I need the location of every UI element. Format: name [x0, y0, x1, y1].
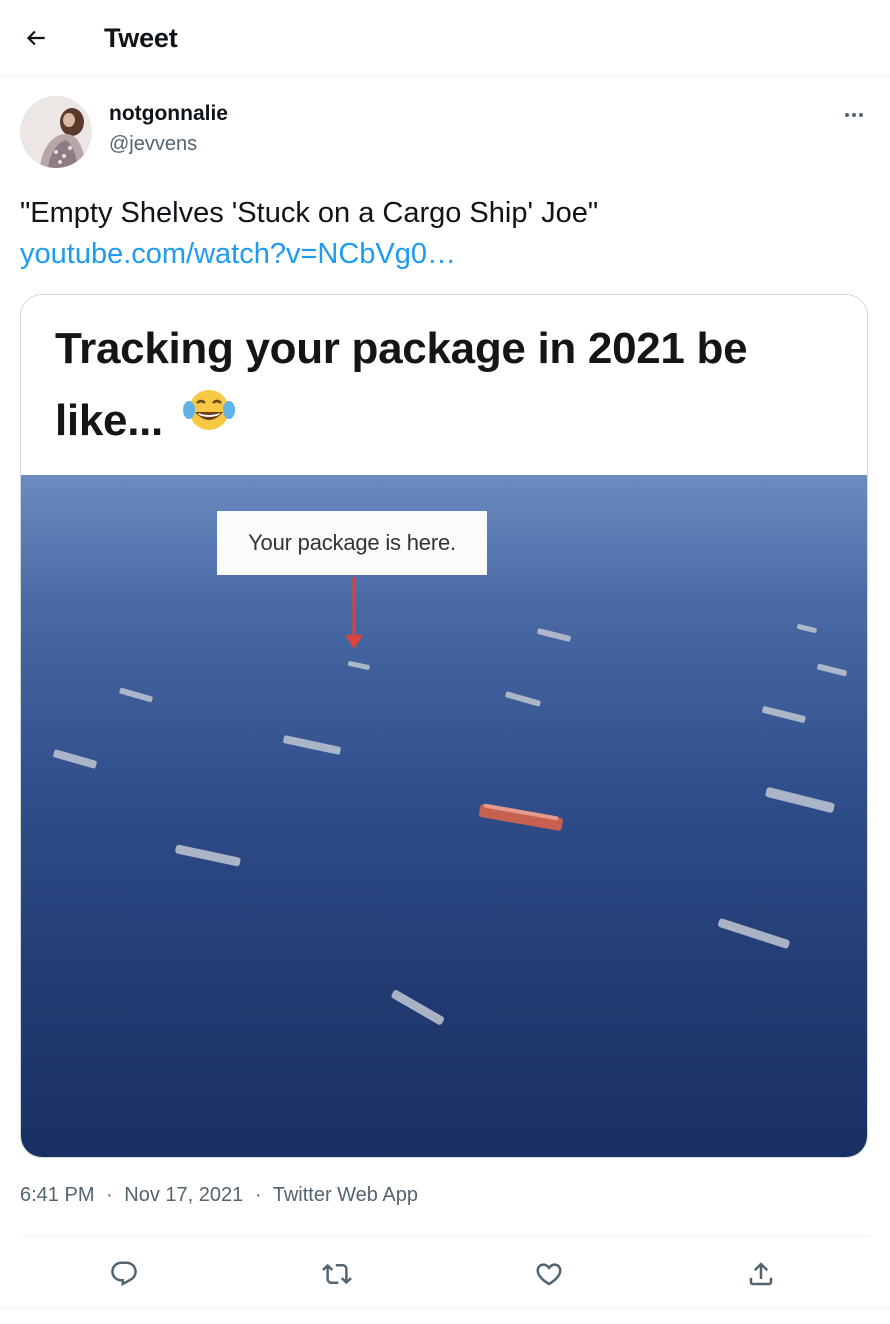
divider — [0, 1307, 890, 1308]
like-button[interactable] — [525, 1250, 573, 1298]
tweet-link[interactable]: youtube.com/watch?v=NCbVg0… — [20, 234, 456, 274]
author-display-name[interactable]: notgonnalie — [109, 101, 228, 127]
share-button[interactable] — [737, 1250, 785, 1298]
tweet-meta: 6:41 PM · Nov 17, 2021 · Twitter Web App — [20, 1180, 418, 1210]
tweet-media[interactable]: Tracking your package in 2021 be like... — [20, 294, 868, 1158]
retweet-button[interactable] — [313, 1250, 361, 1298]
ships-illustration — [53, 577, 847, 1025]
back-button[interactable] — [14, 16, 58, 60]
retweet-icon — [322, 1263, 352, 1285]
reply-icon — [111, 1261, 137, 1287]
divider — [20, 1236, 870, 1237]
author-handle[interactable]: @jevvens — [109, 131, 197, 157]
tweet-page: Tweet notgonnalie @jevvens "Empty Shelve… — [0, 0, 890, 1324]
page-title: Tweet — [104, 23, 178, 53]
tweet-date[interactable]: Nov 17, 2021 — [124, 1184, 243, 1206]
share-icon — [749, 1262, 773, 1286]
more-horizontal-icon — [845, 113, 863, 117]
heart-icon — [536, 1263, 562, 1286]
more-options-button[interactable] — [832, 96, 876, 134]
avatar[interactable] — [20, 96, 92, 168]
meme-callout: Your package is here. — [217, 511, 487, 575]
tweet-time[interactable]: 6:41 PM — [20, 1184, 94, 1206]
avatar-image — [20, 96, 92, 168]
meta-separator: · — [106, 1184, 113, 1206]
arrow-left-icon — [26, 30, 45, 46]
reply-button[interactable] — [100, 1250, 148, 1298]
page-header: Tweet — [0, 0, 890, 76]
tweet-text: "Empty Shelves 'Stuck on a Cargo Ship' J… — [20, 197, 599, 229]
meta-separator: · — [254, 1184, 262, 1206]
tweet-source[interactable]: Twitter Web App — [273, 1184, 418, 1206]
